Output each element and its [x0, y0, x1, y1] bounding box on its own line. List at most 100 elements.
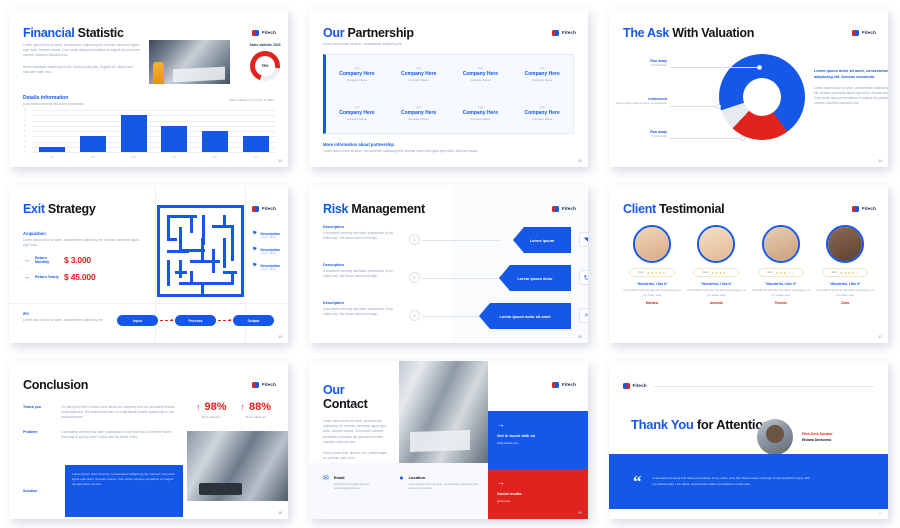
- slide-thank-you[interactable]: Fitech Thank You for Attention Pitch Dec…: [609, 361, 888, 519]
- fitech-logo-text: Fitech: [561, 206, 576, 212]
- star-icon: ★: [658, 270, 662, 275]
- y-tick-label: 5: [24, 124, 26, 128]
- partner-company-title: Company Here: [400, 110, 437, 116]
- risk-description-3: Description A wonderful serenity has take…: [323, 301, 395, 317]
- get-in-touch-card[interactable]: → Get in touch with us www.website.com: [488, 411, 588, 469]
- testimonial-name: Amanda: [709, 301, 723, 305]
- slide7-photo-hands-keyboard: [187, 431, 288, 501]
- slide-the-ask-valuation[interactable]: The Ask With Valuation Fitech Run away 8…: [609, 9, 888, 167]
- slide-our-partnership[interactable]: Our Partnership Fitech Lorem ipsum dolor…: [309, 9, 588, 167]
- bar-mar[interactable]: [120, 115, 147, 152]
- avatar: [825, 225, 864, 263]
- maze-wall: [167, 238, 177, 241]
- location-heading: Location: [408, 475, 426, 480]
- slide-risk-management[interactable]: Risk Management Fitech Description A wond…: [309, 185, 588, 343]
- star-icon: ★: [787, 270, 791, 275]
- slide-financial-statistic[interactable]: Financial Statistic Fitech Lorem ipsum d…: [9, 9, 288, 167]
- donut-marker-3: [740, 136, 745, 141]
- contact-email[interactable]: ✉ Email branchcompany@email.com company@…: [323, 475, 369, 519]
- acquisition-heading: Acquisition: [23, 231, 46, 236]
- star-icon: ★: [646, 270, 650, 275]
- social-media-card[interactable]: → Social media @company: [488, 469, 588, 519]
- bar-chart: 87 6 543 2 10 Jan Feb Mar Apr May Jun: [23, 109, 276, 162]
- partner-logo-label: Logo: [477, 106, 484, 109]
- page-number: 09: [578, 511, 582, 515]
- maze-wall: [223, 271, 237, 274]
- step-number-3[interactable]: 3: [409, 310, 420, 321]
- testimonial-card[interactable]: Rate : ★ ★ ★ ★ ★ "Wonderful, I like it" A wonde…: [814, 225, 876, 305]
- thankyou-quote-bar: “ A wonderful serenity has taken possess…: [609, 454, 888, 509]
- rating-badge: Rate : ★ ★ ★ ★ ★: [821, 268, 868, 277]
- ipo-body: Lorem ipsum dolor sit amet, consectetuer…: [23, 318, 104, 322]
- flow-step-input[interactable]: Input: [117, 315, 158, 326]
- avatar: [633, 225, 671, 263]
- partner-cell[interactable]: Logo Company Here Company Name: [511, 55, 573, 94]
- flow-step-process[interactable]: Process: [175, 315, 216, 326]
- risk-arrow-1[interactable]: Lorem ipsum: [513, 227, 571, 253]
- partner-company-title: Company Here: [400, 71, 437, 77]
- testimonial-card[interactable]: Rate : ★ ★ ★ ★ ★ "Wonderful, I like it" A wonde…: [750, 225, 812, 305]
- partner-cell[interactable]: Logo Company Here Company Name: [326, 55, 388, 94]
- slide-cell-6: Client Testimonial Fitech Rate : ★ ★ ★ ★ ★ "Wo…: [600, 176, 900, 352]
- return-label: Return Monthly: [35, 255, 50, 265]
- description-list: ⚑ Description Lorem ipsum ⚑ Description Lorem…: [252, 231, 288, 280]
- chart-icon[interactable]: ◥: [579, 232, 588, 247]
- slide-our-contact[interactable]: Our Contact Lorem ipsum dolor sit amet, …: [309, 361, 588, 519]
- slide-client-testimonial[interactable]: Client Testimonial Fitech Rate : ★ ★ ★ ★ ★ "Wo…: [609, 185, 888, 343]
- connector-line: [422, 277, 501, 278]
- bar-jun[interactable]: [242, 136, 269, 152]
- contact-location[interactable]: ● Location Lorem ipsum dolor sit amet, c…: [399, 475, 488, 519]
- testimonial-card[interactable]: Rate : ★ ★ ★ ★ ★ "Wonderful, I like it" A wonde…: [685, 225, 747, 305]
- flow-step-output[interactable]: Output: [233, 315, 274, 326]
- slide2-title-accent: Our: [323, 26, 345, 40]
- partner-logo-label: Logo: [354, 67, 360, 70]
- risk-arrow-2[interactable]: Lorem ipsum dolor: [499, 265, 571, 291]
- fitech-logo-mark: [552, 30, 560, 36]
- arrow-right-icon: →: [497, 420, 505, 429]
- partner-cell[interactable]: Logo Company Here Company Name: [326, 94, 388, 133]
- header-rule: [653, 385, 874, 386]
- description-item[interactable]: ⚑ Description Lorem ipsum: [252, 263, 288, 271]
- step-number-1[interactable]: 1: [409, 234, 420, 245]
- step-number-2[interactable]: 2: [409, 272, 420, 283]
- bar-may[interactable]: [201, 131, 228, 152]
- slide1-intro-copy: Lorem ipsum dolor sit amet, consectetuer…: [23, 43, 141, 75]
- testimonial-card[interactable]: Rate : ★ ★ ★ ★ ★ "Wonderful, I like it" A wonde…: [621, 225, 683, 305]
- risk-body: A wonderful serenity has taken possessio…: [323, 231, 393, 241]
- partner-cell[interactable]: Logo Company Here Company Name: [450, 94, 512, 133]
- star-icon: ★: [783, 270, 787, 275]
- description-item[interactable]: ⚑ Description Lorem ipsum: [252, 231, 288, 239]
- risk-arrow-3[interactable]: Lorem ipsum dolor sit amet: [479, 303, 571, 329]
- speaker-role: Pitch Deck Speaker: [802, 432, 833, 436]
- risk-body: A wonderful serenity has taken possessio…: [323, 307, 393, 317]
- bar-feb[interactable]: [79, 136, 106, 152]
- contact-details-bar: ✉ Email branchcompany@email.com company@…: [309, 463, 488, 519]
- slide1-title-accent: Financial: [23, 26, 75, 40]
- refresh-icon[interactable]: ↻: [579, 270, 588, 285]
- slide1-title-main: Statistic: [77, 26, 124, 40]
- fitech-logo-mark: [252, 382, 260, 388]
- partner-cell[interactable]: Logo Company Here Company Name: [511, 94, 573, 133]
- star-icon: ★: [726, 270, 730, 275]
- slide-conclusion[interactable]: Conclusion Fitech Thank you For taking t…: [9, 361, 288, 519]
- bar-apr[interactable]: [161, 125, 188, 152]
- fitech-logo: Fitech: [852, 30, 876, 36]
- partner-company-name: Company Name: [532, 117, 553, 121]
- partner-cell[interactable]: Logo Company Here Company Name: [450, 55, 512, 94]
- slide-exit-strategy[interactable]: Exit Strategy Fitech Acquisition Lorem i…: [9, 185, 288, 343]
- stat-effective: ↑ 98% More effective: [196, 401, 227, 419]
- partner-company-title: Company Here: [462, 110, 499, 116]
- slide-cell-2: Our Partnership Fitech Lorem ipsum dolor…: [300, 0, 600, 176]
- partner-cell[interactable]: Logo Company Here Company Name: [388, 55, 450, 94]
- callout-runaway-top: Run away 8.24 Months: [615, 59, 667, 67]
- avatar: [697, 225, 736, 263]
- arrow-up-icon: ↑: [240, 402, 245, 412]
- description-sub: Lorem ipsum: [260, 236, 276, 239]
- search-icon[interactable]: ⌕: [579, 308, 588, 323]
- description-item[interactable]: ⚑ Description Lorem ipsum: [252, 247, 288, 255]
- partner-cell[interactable]: Logo Company Here Company Name: [388, 94, 450, 133]
- card-sub: www.website.com: [497, 442, 519, 446]
- card-heading: Get in touch with us: [497, 433, 536, 438]
- testimonial-body: A wonderful serenity has taken possessio…: [687, 288, 746, 297]
- rate-label: Rate :: [638, 271, 645, 274]
